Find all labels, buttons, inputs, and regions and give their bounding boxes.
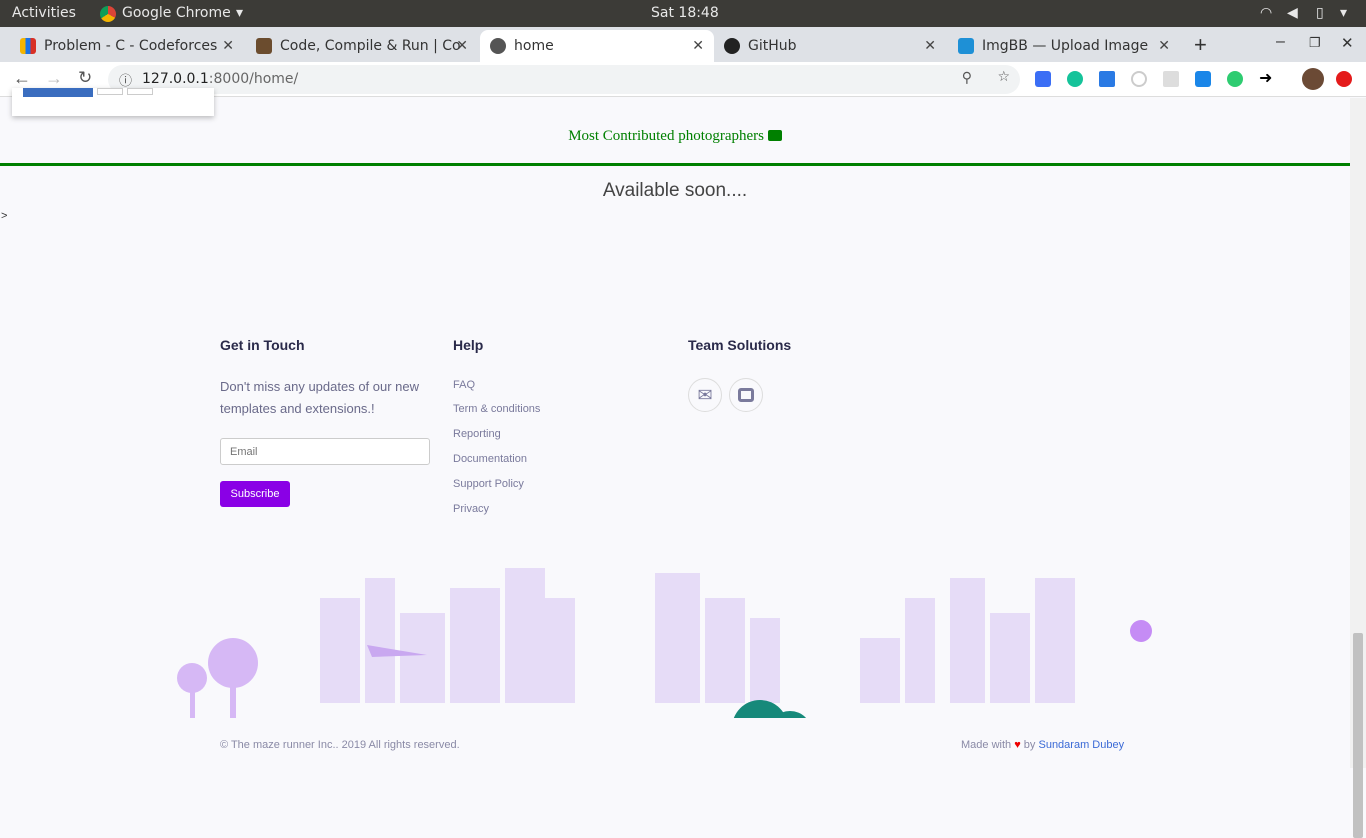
chevron-down-icon: ▾ <box>236 5 244 21</box>
react-devtools-icon[interactable] <box>1163 71 1179 87</box>
close-window-button[interactable]: ✕ <box>1341 34 1354 52</box>
system-menu-icon[interactable]: ▾ <box>1340 5 1347 21</box>
card-button[interactable] <box>97 88 123 95</box>
made-with-text: Made with ♥ by Sundaram Dubey <box>961 739 1125 751</box>
close-icon[interactable]: ✕ <box>924 38 936 54</box>
help-link-reporting[interactable]: Reporting <box>453 428 501 440</box>
clock[interactable]: Sat 18:48 <box>651 5 719 21</box>
tab-title: Problem - C - Codeforces <box>44 38 218 54</box>
back-button[interactable]: ← <box>13 68 31 89</box>
github-icon <box>724 38 740 54</box>
help-link-support-policy[interactable]: Support Policy <box>453 478 524 490</box>
tab-github[interactable]: GitHub ✕ <box>714 30 946 62</box>
info-icon: ⓘ <box>119 74 133 89</box>
restore-button[interactable]: ❐ <box>1309 35 1321 51</box>
codeforces-icon <box>20 38 36 54</box>
scrollbar-thumb[interactable] <box>1353 633 1363 838</box>
newsletter-text: Don't miss any updates of our new templa… <box>220 379 420 416</box>
new-tab-button[interactable]: + <box>1194 32 1207 58</box>
bitwarden-icon[interactable] <box>1035 71 1051 87</box>
window-icon[interactable] <box>729 378 763 412</box>
chrome-icon <box>100 6 116 22</box>
wifi-icon[interactable]: ◠ <box>1260 5 1272 21</box>
codechef-cc-icon <box>256 38 272 54</box>
close-icon[interactable]: ✕ <box>1158 38 1170 54</box>
email-input[interactable] <box>220 438 430 465</box>
mail-icon[interactable]: ✉ <box>688 378 722 412</box>
author-link[interactable]: Sundaram Dubey <box>1038 739 1124 751</box>
extension-icon[interactable] <box>1131 71 1147 87</box>
tab-strip: Problem - C - Codeforces ✕ Code, Compile … <box>0 27 1366 62</box>
city-illustration <box>177 568 1152 718</box>
card-button[interactable] <box>23 88 93 97</box>
minimize-button[interactable]: – <box>1276 33 1285 51</box>
profile-avatar[interactable] <box>1302 68 1324 90</box>
extension-icon[interactable] <box>1099 71 1115 87</box>
help-link-faq[interactable]: FAQ <box>453 379 475 391</box>
photographers-heading: Most Contributed photographers <box>0 128 1350 145</box>
card-button[interactable] <box>127 88 153 95</box>
close-icon[interactable]: ✕ <box>456 38 468 54</box>
url-path: :8000/home/ <box>208 71 299 87</box>
bookmark-star-icon[interactable]: ☆ <box>997 69 1010 85</box>
help-heading: Help <box>453 337 484 353</box>
url-host: 127.0.0.1 <box>142 71 209 87</box>
camera-icon <box>767 130 782 141</box>
help-link-documentation[interactable]: Documentation <box>453 453 527 465</box>
forward-button[interactable]: → <box>45 68 63 89</box>
tab-imgbb[interactable]: ImgBB — Upload Image ✕ <box>948 30 1180 62</box>
zoom-icon[interactable]: ⚲ <box>962 70 972 86</box>
tab-codeforces[interactable]: Problem - C - Codeforces ✕ <box>10 30 244 62</box>
team-solutions-heading: Team Solutions <box>688 337 792 353</box>
divider <box>0 163 1350 166</box>
stray-text: > <box>1 210 8 222</box>
close-icon[interactable]: ✕ <box>222 38 234 54</box>
activities-button[interactable]: Activities <box>12 5 76 21</box>
upload-extension-icon[interactable] <box>1336 71 1352 87</box>
address-bar[interactable]: ⓘ 127.0.0.1:8000/home/ ⚲ ☆ <box>108 65 1020 94</box>
tab-title: home <box>514 38 554 54</box>
tab-title: GitHub <box>748 38 797 54</box>
tab-title: ImgBB — Upload Image <box>982 38 1149 54</box>
app-menu[interactable]: Google Chrome <box>122 5 231 21</box>
extension-icon[interactable] <box>1195 71 1211 87</box>
battery-icon[interactable]: ▯ <box>1316 5 1324 21</box>
tab-home[interactable]: home ✕ <box>480 30 714 62</box>
subscribe-button[interactable]: Subscribe <box>220 481 290 507</box>
help-link-terms[interactable]: Term & conditions <box>453 403 540 415</box>
reload-button[interactable]: ↻ <box>78 68 92 88</box>
tab-codechef[interactable]: Code, Compile & Run | Co ✕ <box>246 30 478 62</box>
dropdown-card <box>12 88 214 116</box>
imgbb-icon <box>958 38 974 54</box>
grammarly-icon[interactable] <box>1067 71 1083 87</box>
volume-icon[interactable]: ◀ <box>1287 5 1298 21</box>
close-icon[interactable]: ✕ <box>692 38 704 54</box>
help-link-privacy[interactable]: Privacy <box>453 503 489 515</box>
heart-icon: ♥ <box>1014 739 1021 751</box>
arrow-extension-icon[interactable]: ➜ <box>1259 68 1272 88</box>
extension-icon[interactable] <box>1227 71 1243 87</box>
globe-icon <box>490 38 506 54</box>
get-in-touch-heading: Get in Touch <box>220 337 305 353</box>
os-top-bar: Activities Google Chrome ▾ Sat 18:48 ◠ ◀… <box>0 0 1366 27</box>
tab-title: Code, Compile & Run | Co <box>280 38 461 54</box>
copyright-text: © The maze runner Inc.. 2019 All rights … <box>220 739 460 751</box>
city-skyline <box>320 568 1075 703</box>
available-soon-text: Available soon.... <box>602 180 748 201</box>
page-content: Most Contributed photographers Available… <box>0 88 1350 768</box>
scrollbar[interactable] <box>1350 98 1366 838</box>
